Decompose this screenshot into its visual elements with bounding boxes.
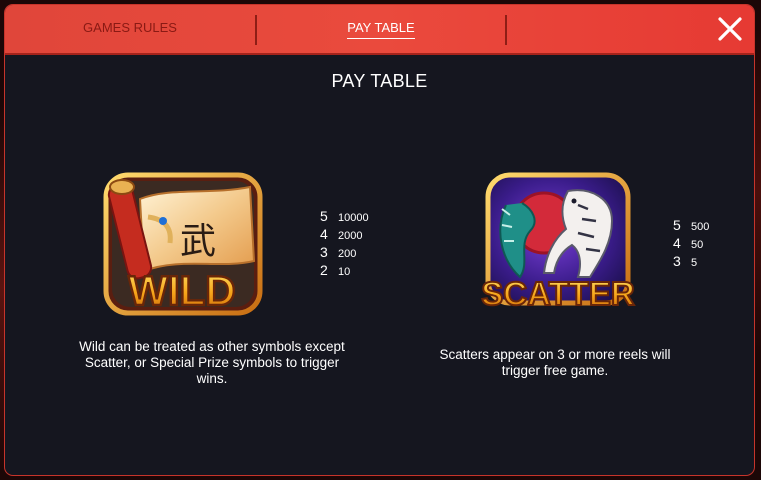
scatter-payouts: 5 500 4 50 35 bbox=[673, 216, 709, 270]
payout-row: 4 50 bbox=[673, 234, 709, 252]
scatter-symbol-text: SCATTER bbox=[481, 275, 635, 312]
payout-value: 50 bbox=[691, 239, 704, 251]
wild-glyph: 武 bbox=[180, 221, 216, 262]
paytable-panel: GAMES RULES PAY TABLE PAY TABLE 武 WILD 5… bbox=[5, 5, 754, 475]
scatter-description: Scatters appear on 3 or more reels will … bbox=[439, 347, 671, 378]
tab-games-rules[interactable]: GAMES RULES bbox=[5, 5, 255, 53]
scatter-symbol-icon: SCATTER bbox=[472, 165, 642, 317]
payout-value: 500 bbox=[691, 221, 710, 233]
payout-count: 3 bbox=[320, 244, 328, 260]
tab-games-rules-label: GAMES RULES bbox=[83, 20, 177, 35]
payout-row: 5 500 bbox=[673, 216, 709, 234]
payout-row: 2 10 bbox=[320, 261, 369, 279]
page-title: PAY TABLE bbox=[331, 71, 428, 91]
payout-value: 10 bbox=[338, 266, 351, 278]
payout-count: 5 bbox=[320, 208, 328, 224]
payout-row: 5 10000 bbox=[320, 207, 369, 225]
payout-count: 3 bbox=[673, 253, 681, 269]
payout-row: 4 2000 bbox=[320, 225, 369, 243]
tab-bar: GAMES RULES PAY TABLE bbox=[5, 5, 754, 55]
tab-divider bbox=[505, 15, 507, 45]
payout-value: 2000 bbox=[338, 230, 363, 242]
tab-pay-table[interactable]: PAY TABLE bbox=[257, 5, 505, 53]
payout-value: 5 bbox=[691, 257, 698, 269]
payout-value: 200 bbox=[338, 248, 357, 260]
close-button[interactable] bbox=[714, 13, 746, 45]
payout-count: 4 bbox=[320, 226, 328, 242]
payout-row: 35 bbox=[673, 252, 709, 270]
wild-payouts: 5 10000 4 2000 3 200 2 10 bbox=[320, 207, 369, 279]
payout-count: 2 bbox=[320, 262, 328, 278]
close-icon bbox=[718, 17, 742, 41]
payout-count: 4 bbox=[673, 235, 681, 251]
wild-symbol-text: WILD bbox=[128, 267, 235, 314]
payout-count: 5 bbox=[673, 217, 681, 233]
payout-row: 3 200 bbox=[320, 243, 369, 261]
tab-pay-table-label: PAY TABLE bbox=[347, 19, 415, 39]
wild-symbol-icon: 武 WILD bbox=[100, 165, 268, 317]
payout-value: 10000 bbox=[338, 212, 369, 224]
wild-description: Wild can be treated as other symbols exc… bbox=[79, 339, 345, 386]
